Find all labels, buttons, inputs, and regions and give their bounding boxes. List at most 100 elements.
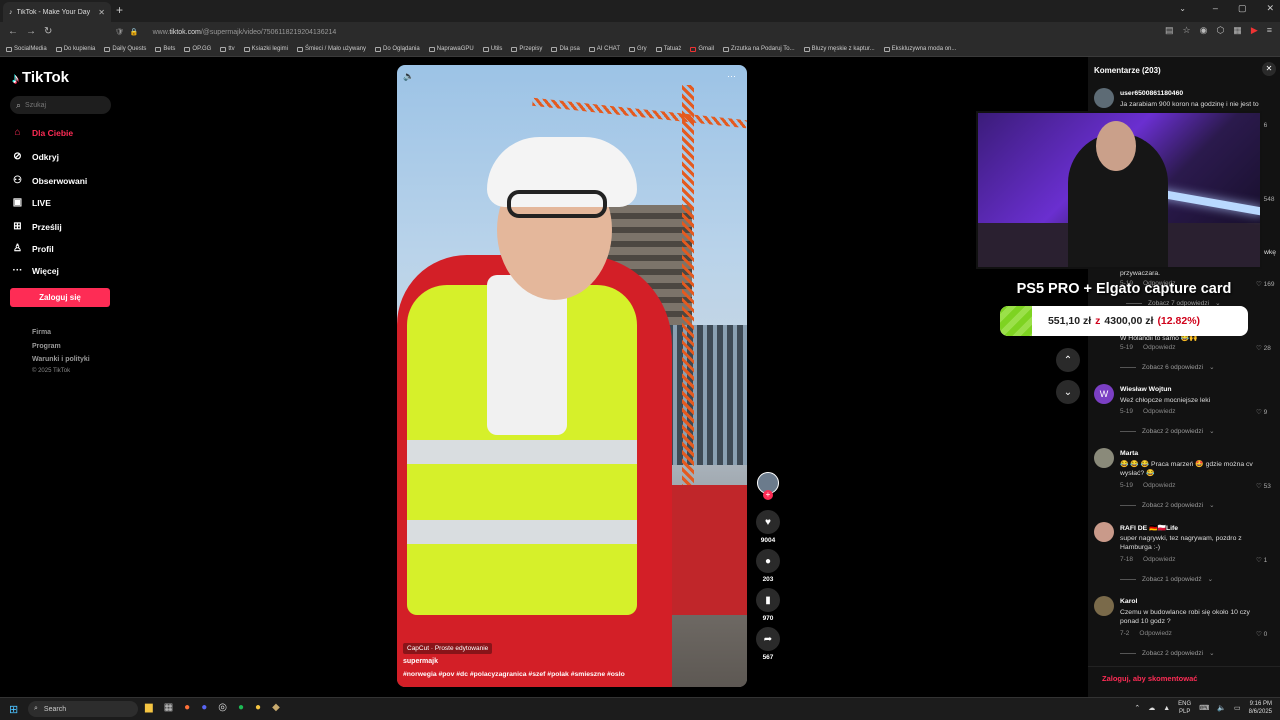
comment-like-count[interactable]: ♡ 169 [1256, 280, 1275, 288]
footer-link-company[interactable]: Firma [32, 329, 51, 336]
tray-app-icon[interactable]: ▲ [1163, 705, 1170, 712]
bookmark-item[interactable]: Bluzy męskie z kaptur... [803, 46, 875, 52]
video-author[interactable]: supermajk [403, 658, 438, 665]
battery-icon[interactable]: ▭ [1234, 704, 1241, 712]
forward-icon[interactable]: → [26, 26, 36, 37]
bookmark-item[interactable]: Zrzutka na Podaruj To... [723, 46, 795, 52]
sidebar-item-following[interactable]: ⚇ Obserwowani [12, 175, 87, 186]
sidebar-item-more[interactable]: ··· Więcej [12, 265, 59, 276]
bookmark-item[interactable]: ttv [220, 46, 235, 52]
bookmark-item[interactable]: Dla psa [551, 46, 580, 52]
reply-button[interactable]: Odpowiedz [1143, 482, 1176, 489]
bookmark-item[interactable]: Gry [629, 46, 647, 52]
volume-tray-icon[interactable]: 🔈 [1217, 704, 1226, 712]
comment-user[interactable]: Wiesław Wojtun [1120, 386, 1172, 393]
browser-tab[interactable]: ♪ TikTok - Make Your Day ✕ [3, 2, 111, 22]
comment-avatar[interactable] [1094, 596, 1114, 616]
clock[interactable]: 9:16 PM 8/6/2025 [1249, 700, 1272, 716]
extension-icon[interactable]: ▦ [1233, 25, 1242, 36]
next-video-button[interactable]: ⌄ [1056, 380, 1080, 404]
bookmark-item[interactable]: Daily Quests [104, 46, 146, 52]
view-replies-button[interactable]: Zobacz 1 odpowiedź ⌄ [1120, 575, 1213, 583]
bookmark-item[interactable]: Do kupienia [55, 46, 95, 52]
bookmark-item[interactable]: Utils [482, 46, 502, 52]
discord-icon[interactable]: ● [201, 702, 207, 713]
comment-avatar[interactable] [1094, 88, 1114, 108]
video-player[interactable]: 🔈 ··· CapCut · Proste edytowanie superma… [397, 65, 747, 687]
capcut-label[interactable]: CapCut · Proste edytowanie [403, 643, 493, 654]
minimize-icon[interactable]: – [1213, 3, 1218, 14]
bookmark-star-icon[interactable]: ☆ [1183, 25, 1191, 36]
app-icon[interactable]: ● [255, 702, 261, 713]
maximize-icon[interactable]: ▢ [1238, 3, 1247, 14]
bookmark-item[interactable]: Tatuaż [655, 46, 681, 52]
bookmark-item[interactable]: Ksiazki legimi [243, 46, 288, 52]
league-icon[interactable]: ◆ [272, 702, 280, 713]
footer-link-terms[interactable]: Warunki i polityki [32, 356, 90, 363]
close-tab-icon[interactable]: ✕ [98, 8, 105, 17]
sidebar-item-for-you[interactable]: ⌂ Dla Ciebie [12, 127, 73, 138]
account-icon[interactable]: ◉ [1200, 25, 1208, 36]
close-window-icon[interactable]: ✕ [1266, 3, 1274, 14]
tab-search-icon[interactable]: ⌄ [1179, 4, 1186, 13]
url-field[interactable]: 🛡 🔒 www. tiktok.com/@supermajk/video/7506… [115, 24, 1085, 40]
view-replies-button[interactable]: Zobacz 2 odpowiedzi ⌄ [1120, 649, 1215, 657]
login-button[interactable]: Zaloguj się [10, 288, 110, 307]
save-button[interactable]: ▮ [756, 588, 780, 612]
like-button[interactable]: ♥ [756, 510, 780, 534]
tray-app-icon[interactable]: ☁ [1148, 704, 1155, 712]
sidebar-item-live[interactable]: ▣ LIVE [12, 197, 51, 208]
comment-button[interactable]: ● [756, 549, 780, 573]
comment-avatar[interactable] [1094, 522, 1114, 542]
comment-user[interactable]: RAFI DE 🇩🇪🇵🇱Life [1120, 524, 1178, 532]
spotify-icon[interactable]: ● [238, 702, 244, 713]
menu-icon[interactable]: ≡ [1267, 25, 1272, 36]
tray-chevron-up-icon[interactable]: ⌃ [1134, 704, 1140, 712]
bookmark-item[interactable]: Do Oglądania [375, 46, 420, 52]
firefox-icon[interactable]: ● [184, 702, 190, 713]
follow-plus-icon[interactable]: + [763, 490, 773, 500]
reader-icon[interactable]: ▤ [1165, 25, 1174, 36]
search-input[interactable]: ⌕ Szukaj [10, 96, 111, 114]
view-replies-button[interactable]: Zobacz 2 odpowiedzi ⌄ [1120, 427, 1215, 435]
youtube-extension-icon[interactable]: ▶ [1251, 25, 1258, 36]
comment-user[interactable]: user6500861180460 [1120, 90, 1183, 97]
reply-button[interactable]: Odpowiedz [1143, 408, 1176, 415]
chrome-icon[interactable]: ◎ [218, 702, 227, 713]
comment-like-count[interactable]: ♡ 53 [1256, 482, 1271, 490]
comment-avatar[interactable] [1094, 448, 1114, 468]
network-icon[interactable]: ⌨ [1199, 704, 1209, 712]
store-icon[interactable]: ▦ [164, 702, 173, 713]
volume-icon[interactable]: 🔈 [403, 71, 414, 82]
tiktok-logo[interactable]: ♪ TikTok [12, 69, 69, 86]
reply-button[interactable]: Odpowiedz [1139, 630, 1172, 637]
sidebar-item-profile[interactable]: ♙ Profil [12, 243, 54, 254]
bookmark-item[interactable]: Bets [155, 46, 175, 52]
more-options-icon[interactable]: ··· [727, 71, 736, 81]
file-explorer-icon[interactable]: ▆ [145, 702, 153, 713]
view-replies-button[interactable]: Zobacz 6 odpowiedzi ⌄ [1120, 363, 1215, 371]
reload-icon[interactable]: ↻ [44, 26, 52, 37]
bookmark-item[interactable]: Śmieci / Mało używany [297, 46, 366, 52]
language-indicator[interactable]: ENG PLP [1178, 700, 1191, 716]
reply-button[interactable]: Odpowiedz [1143, 344, 1176, 351]
comment-like-count[interactable]: ♡ 1 [1256, 556, 1267, 564]
extensions-icon[interactable]: ⬡ [1216, 25, 1224, 36]
bookmark-item[interactable]: OP.GG [184, 46, 211, 52]
view-replies-button[interactable]: Zobacz 2 odpowiedzi ⌄ [1120, 501, 1215, 509]
bookmark-item[interactable]: Gmail [690, 46, 714, 52]
previous-video-button[interactable]: ⌃ [1056, 348, 1080, 372]
sidebar-item-upload[interactable]: ⊞ Prześlij [12, 221, 61, 232]
bookmark-item[interactable]: AI CHAT [588, 46, 620, 52]
comment-like-count[interactable]: ♡ 0 [1256, 630, 1267, 638]
login-to-comment-button[interactable]: Zaloguj, aby skomentować [1088, 666, 1280, 689]
footer-link-program[interactable]: Program [32, 343, 61, 350]
back-icon[interactable]: ← [8, 26, 18, 37]
taskbar-search[interactable]: ⌕ Search [28, 701, 138, 717]
video-hashtags[interactable]: #norwegia #pov #dc #polacyzagranica #sze… [403, 671, 625, 678]
bookmark-item[interactable]: SocialMedia [6, 46, 47, 52]
sidebar-item-explore[interactable]: ⊘ Odkryj [12, 151, 59, 162]
comment-avatar[interactable]: W [1094, 384, 1114, 404]
bookmark-item[interactable]: Przepisy [511, 46, 542, 52]
new-tab-button[interactable]: + [116, 3, 123, 17]
